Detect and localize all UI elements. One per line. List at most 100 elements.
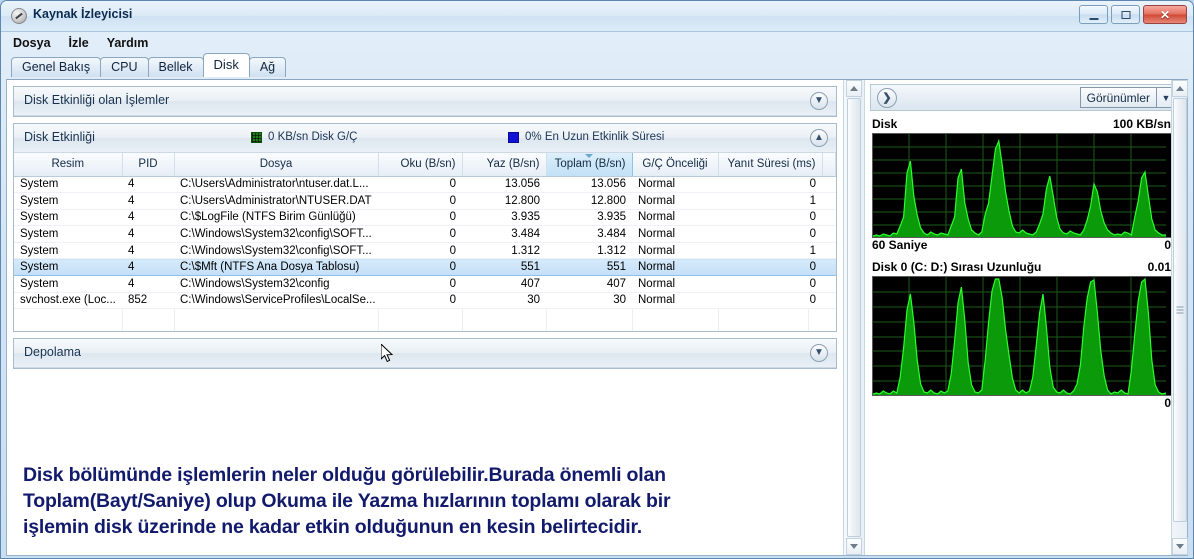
legend-label-highest-active-time: 0% En Uzun Etkinlik Süresi (525, 131, 665, 143)
legend-label-disk-io: 0 KB/sn Disk G/Ç (268, 131, 358, 143)
cell-spacer (822, 292, 836, 310)
graph-disk-queue-min-label: 0 (1164, 396, 1171, 410)
graph-disk-max-label: 100 KB/sn (1112, 117, 1171, 131)
window-controls: ✕ (1079, 5, 1187, 24)
table-row[interactable]: System 4 C:\Users\Administrator\NTUSER.D… (14, 192, 836, 210)
graph-disk-title: Disk (872, 117, 898, 131)
scroll-up-button[interactable] (846, 80, 862, 97)
cell-priority: Normal (632, 275, 718, 293)
cell-read: 0 (378, 225, 462, 243)
table-row-selected[interactable]: System 4 C:\$Mft (NTFS Ana Dosya Tablosu… (14, 258, 836, 277)
tab-ag[interactable]: Ağ (248, 57, 287, 77)
close-icon: ✕ (1159, 7, 1171, 22)
scroll-down-button[interactable] (1172, 538, 1188, 555)
cell-response: 0 (718, 258, 822, 277)
table-row[interactable]: svchost.exe (Loc... 852 C:\Windows\Servi… (14, 292, 836, 310)
menu-item-dosya[interactable]: Dosya (13, 36, 51, 50)
cell-total: 13.056 (546, 176, 632, 194)
section-header-disk-activity[interactable]: Disk Etkinliği 0 KB/sn Disk G/Ç 0% En Uz… (14, 124, 836, 153)
column-header-oncelik[interactable]: G/Ç Önceliği (632, 153, 719, 177)
cell-priority: Normal (632, 242, 718, 260)
table-header-row: Resim PID Dosya Oku (B/sn) Yaz (B/sn) To… (14, 153, 836, 177)
cell-read: 0 (378, 292, 462, 310)
views-dropdown[interactable]: Görünümler ▼ (1079, 87, 1176, 108)
menu-bar: Dosya İzle Yardım (1, 32, 1193, 53)
cell-pid: 4 (122, 225, 174, 243)
tab-strip: Genel Bakış CPU Bellek Disk Ağ (11, 53, 1193, 77)
cell-priority: Normal (632, 209, 718, 227)
scroll-thumb[interactable] (1173, 98, 1187, 522)
cell-response: 1 (718, 242, 822, 260)
cell-total: 3.935 (546, 209, 632, 227)
chevron-up-icon[interactable]: ▲ (810, 129, 828, 147)
cell-total: 12.800 (546, 192, 632, 210)
graph-disk-queue-footer: 0 (872, 396, 1181, 412)
table-row[interactable]: System 4 C:\Users\Administrator\ntuser.d… (14, 176, 836, 194)
column-header-oku[interactable]: Oku (B/sn) (378, 153, 463, 177)
chevron-down-icon[interactable]: ▼ (810, 92, 828, 110)
cell-file: C:\$Mft (NTFS Ana Dosya Tablosu) (174, 258, 378, 277)
column-header-yaz[interactable]: Yaz (B/sn) (462, 153, 547, 177)
scroll-thumb[interactable] (847, 98, 861, 537)
cell-pid: 852 (122, 292, 174, 310)
column-header-yanit-suresi[interactable]: Yanıt Süresi (ms) (718, 153, 823, 177)
window-title: Kaynak İzleyicisi (33, 7, 133, 21)
cell-read: 0 (378, 192, 462, 210)
menu-item-izle[interactable]: İzle (69, 36, 89, 50)
section-title-disk-processes: Disk Etkinliği olan İşlemler (24, 93, 170, 107)
section-disk-activity: Disk Etkinliği 0 KB/sn Disk G/Ç 0% En Uz… (13, 123, 837, 333)
table-body: System 4 C:\Users\Administrator\ntuser.d… (14, 176, 836, 310)
graph-disk-duration-label: 60 Saniye (872, 238, 928, 252)
cell-read: 0 (378, 242, 462, 260)
cell-file: C:\Users\Administrator\ntuser.dat.L... (174, 176, 378, 194)
maximize-button[interactable] (1111, 5, 1140, 24)
cell-priority: Normal (632, 292, 718, 310)
tab-cpu[interactable]: CPU (100, 57, 149, 77)
cell-total: 3.484 (546, 225, 632, 243)
cell-image: svchost.exe (Loc... (14, 292, 122, 310)
expand-panel-button[interactable]: ❯ (877, 88, 897, 108)
tab-disk[interactable]: Disk (202, 53, 250, 77)
menu-item-yardim[interactable]: Yardım (107, 36, 149, 50)
cell-file: C:\Windows\System32\config (174, 275, 378, 293)
legend-disk-io: 0 KB/sn Disk G/Ç (251, 131, 357, 143)
column-header-pid[interactable]: PID (122, 153, 175, 177)
cell-image: System (14, 225, 122, 243)
table-row[interactable]: System 4 C:\Windows\System32\config 0 40… (14, 275, 836, 293)
left-pane: Disk Etkinliği olan İşlemler ▼ Disk Etki… (7, 80, 843, 555)
table-row[interactable]: System 4 C:\$LogFile (NTFS Birim Günlüğü… (14, 209, 836, 227)
right-pane-toolbar: ❯ Görünümler ▼ (870, 84, 1183, 111)
resource-monitor-icon (11, 8, 27, 24)
section-header-disk-processes[interactable]: Disk Etkinliği olan İşlemler ▼ (14, 87, 836, 116)
tab-bellek[interactable]: Bellek (147, 57, 204, 77)
right-pane-scrollbar[interactable] (1171, 80, 1188, 555)
section-header-storage[interactable]: Depolama ▼ (14, 339, 836, 369)
graph-disk-queue-svg (873, 277, 1166, 395)
column-header-dosya[interactable]: Dosya (174, 153, 379, 177)
cell-spacer (822, 192, 836, 210)
cell-response: 0 (718, 292, 822, 310)
table-row[interactable]: System 4 C:\Windows\System32\config\SOFT… (14, 225, 836, 243)
chevron-down-icon[interactable]: ▼ (810, 344, 828, 363)
cell-spacer (822, 275, 836, 293)
cell-image: System (14, 176, 122, 194)
close-button[interactable]: ✕ (1143, 5, 1187, 24)
cell-write: 1.312 (462, 242, 546, 260)
tab-genel-bakis[interactable]: Genel Bakış (11, 57, 102, 77)
legend-swatch-blue-icon (508, 131, 519, 143)
minimize-button[interactable] (1079, 5, 1108, 24)
table-row[interactable]: System 4 C:\Windows\System32\config\SOFT… (14, 242, 836, 260)
graph-disk: Disk 100 KB/sn 60 Saniye 0 (872, 117, 1181, 254)
cell-total: 551 (546, 258, 632, 277)
column-header-resim[interactable]: Resim (14, 153, 123, 177)
annotation-line-1: Disk bölümünde işlemlerin neler olduğu g… (23, 464, 666, 486)
left-pane-scrollbar[interactable] (843, 80, 865, 555)
column-header-toplam[interactable]: Toplam (B/sn) (545, 153, 633, 177)
cell-response: 1 (718, 192, 822, 210)
cell-spacer (822, 209, 836, 227)
section-storage: Depolama ▼ (13, 338, 837, 370)
scroll-up-button[interactable] (1172, 80, 1188, 97)
cell-priority: Normal (632, 225, 718, 243)
graph-disk-queue-max-label: 0.01 (1147, 260, 1171, 274)
scroll-down-button[interactable] (846, 538, 862, 555)
